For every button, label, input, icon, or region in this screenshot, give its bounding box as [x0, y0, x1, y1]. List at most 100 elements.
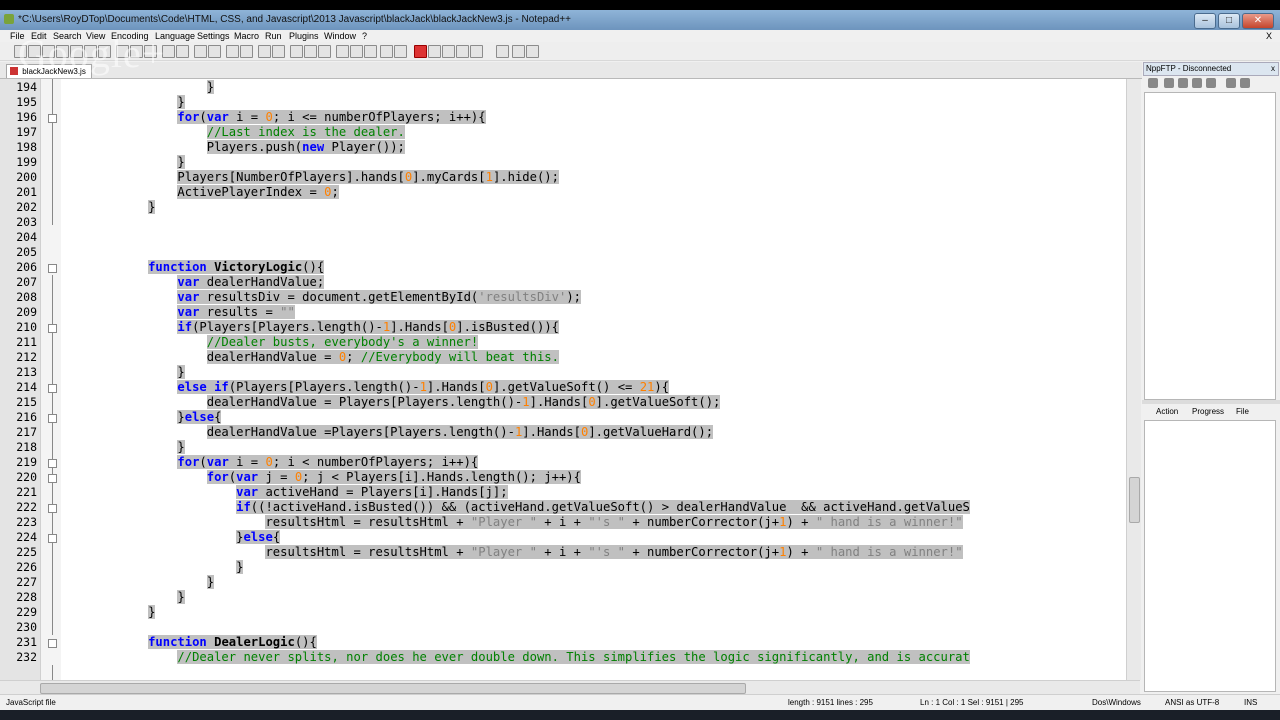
find-icon[interactable] [194, 45, 207, 58]
ftp-file-tree[interactable] [1144, 92, 1276, 400]
code-line[interactable]: 227 } [0, 575, 1126, 590]
code-line[interactable]: 202 } [0, 200, 1126, 215]
code-line[interactable]: 212 dealerHandValue = 0; //Everybody wil… [0, 350, 1126, 365]
close-button[interactable]: ✕ [1242, 13, 1274, 29]
code-line[interactable]: 221 var activeHand = Players[i].Hands[j]… [0, 485, 1126, 500]
download-icon[interactable] [1164, 78, 1174, 88]
folder-workspace-icon[interactable] [380, 45, 393, 58]
code-line[interactable]: 206 function VictoryLogic(){ [0, 260, 1126, 275]
code-line[interactable]: 225 resultsHtml = resultsHtml + "Player … [0, 545, 1126, 560]
menu-help[interactable]: ? [362, 31, 367, 41]
fold-toggle-icon[interactable] [48, 504, 57, 513]
nppftp-close-button[interactable]: x [1271, 63, 1275, 75]
menu-encoding[interactable]: Encoding [111, 31, 149, 41]
copy-icon[interactable] [130, 45, 143, 58]
code-line[interactable]: 210 if(Players[Players.length()-1].Hands… [0, 320, 1126, 335]
fold-toggle-icon[interactable] [48, 474, 57, 483]
cut-icon[interactable] [116, 45, 129, 58]
save-icon[interactable] [42, 45, 55, 58]
code-line[interactable]: 199 } [0, 155, 1126, 170]
nppftp-icon[interactable] [496, 45, 509, 58]
maximize-button[interactable]: □ [1218, 13, 1240, 29]
undo-icon[interactable] [162, 45, 175, 58]
plugin-2-icon[interactable] [526, 45, 539, 58]
menu-macro[interactable]: Macro [234, 31, 259, 41]
panel-splitter[interactable] [1142, 400, 1280, 404]
play-macro-icon[interactable] [442, 45, 455, 58]
code-line[interactable]: 226 } [0, 560, 1126, 575]
code-line[interactable]: 211 //Dealer busts, everybody's a winner… [0, 335, 1126, 350]
code-line[interactable]: 219 for(var i = 0; i < numberOfPlayers; … [0, 455, 1126, 470]
menu-plugins[interactable]: Plugins [289, 31, 319, 41]
horizontal-scrollbar[interactable] [0, 680, 1140, 695]
code-line[interactable]: 194 } [0, 80, 1126, 95]
menu-language[interactable]: Language [155, 31, 195, 41]
close-file-icon[interactable] [70, 45, 83, 58]
run-macro-multiple-icon[interactable] [456, 45, 469, 58]
code-line[interactable]: 203 [0, 215, 1126, 230]
code-line[interactable]: 232 //Dealer never splits, nor does he e… [0, 650, 1126, 665]
function-list-icon[interactable] [364, 45, 377, 58]
code-line[interactable]: 218 } [0, 440, 1126, 455]
tab-blackjacknew3[interactable]: blackJackNew3.js [6, 64, 92, 78]
code-line[interactable]: 207 var dealerHandValue; [0, 275, 1126, 290]
code-line[interactable]: 204 [0, 230, 1126, 245]
abort-icon[interactable] [1206, 78, 1216, 88]
code-line[interactable]: 217 dealerHandValue =Players[Players.len… [0, 425, 1126, 440]
connect-icon[interactable] [1148, 78, 1158, 88]
queue-col-file[interactable]: File [1236, 407, 1249, 416]
code-line[interactable]: 230 [0, 620, 1126, 635]
user-lang-icon[interactable] [336, 45, 349, 58]
upload-icon[interactable] [1178, 78, 1188, 88]
print-icon[interactable] [98, 45, 111, 58]
code-editor[interactable]: 194 } 195 } 196 for(var i = 0; i <= number… [0, 79, 1126, 680]
code-line[interactable]: 223 resultsHtml = resultsHtml + "Player … [0, 515, 1126, 530]
menu-search[interactable]: Search [53, 31, 82, 41]
code-line[interactable]: 216 }else{ [0, 410, 1126, 425]
code-line[interactable]: 200 Players[NumberOfPlayers].hands[0].my… [0, 170, 1126, 185]
menu-run[interactable]: Run [265, 31, 282, 41]
stop-macro-icon[interactable] [428, 45, 441, 58]
menu-edit[interactable]: Edit [31, 31, 47, 41]
vertical-scroll-thumb[interactable] [1129, 477, 1140, 523]
doc-map-icon[interactable] [350, 45, 363, 58]
fold-toggle-icon[interactable] [48, 114, 57, 123]
transfer-queue-list[interactable] [1144, 420, 1276, 692]
code-line[interactable]: 201 ActivePlayerIndex = 0; [0, 185, 1126, 200]
record-macro-icon[interactable] [414, 45, 427, 58]
code-line[interactable]: 213 } [0, 365, 1126, 380]
show-all-chars-icon[interactable] [304, 45, 317, 58]
sync-scroll-h-icon[interactable] [272, 45, 285, 58]
settings-gear-icon[interactable] [1226, 78, 1236, 88]
fold-toggle-icon[interactable] [48, 639, 57, 648]
code-line[interactable]: 228 } [0, 590, 1126, 605]
refresh-icon[interactable] [1192, 78, 1202, 88]
queue-col-progress[interactable]: Progress [1192, 407, 1224, 416]
code-line[interactable]: 222 if((!activeHand.isBusted()) && (acti… [0, 500, 1126, 515]
minimize-button[interactable]: – [1194, 13, 1216, 29]
fold-toggle-icon[interactable] [48, 414, 57, 423]
code-line[interactable]: 224 }else{ [0, 530, 1126, 545]
save-macro-icon[interactable] [470, 45, 483, 58]
code-line[interactable]: 198 Players.push(new Player()); [0, 140, 1126, 155]
vertical-scrollbar[interactable] [1126, 79, 1141, 680]
fold-toggle-icon[interactable] [48, 264, 57, 273]
code-line[interactable]: 229 } [0, 605, 1126, 620]
code-line[interactable]: 196 for(var i = 0; i <= numberOfPlayers;… [0, 110, 1126, 125]
close-document-button[interactable]: X [1266, 31, 1272, 41]
word-wrap-icon[interactable] [290, 45, 303, 58]
monitor-icon[interactable] [394, 45, 407, 58]
code-line[interactable]: 220 for(var j = 0; j < Players[i].Hands.… [0, 470, 1126, 485]
save-all-icon[interactable] [56, 45, 69, 58]
message-window-icon[interactable] [1240, 78, 1250, 88]
close-all-icon[interactable] [84, 45, 97, 58]
fold-toggle-icon[interactable] [48, 534, 57, 543]
fold-toggle-icon[interactable] [48, 459, 57, 468]
title-bar[interactable]: *C:\Users\RoyDTop\Documents\Code\HTML, C… [0, 10, 1280, 30]
sync-scroll-v-icon[interactable] [258, 45, 271, 58]
zoom-in-icon[interactable] [226, 45, 239, 58]
code-line[interactable]: 197 //Last index is the dealer. [0, 125, 1126, 140]
redo-icon[interactable] [176, 45, 189, 58]
plugin-icon[interactable] [512, 45, 525, 58]
indent-guide-icon[interactable] [318, 45, 331, 58]
